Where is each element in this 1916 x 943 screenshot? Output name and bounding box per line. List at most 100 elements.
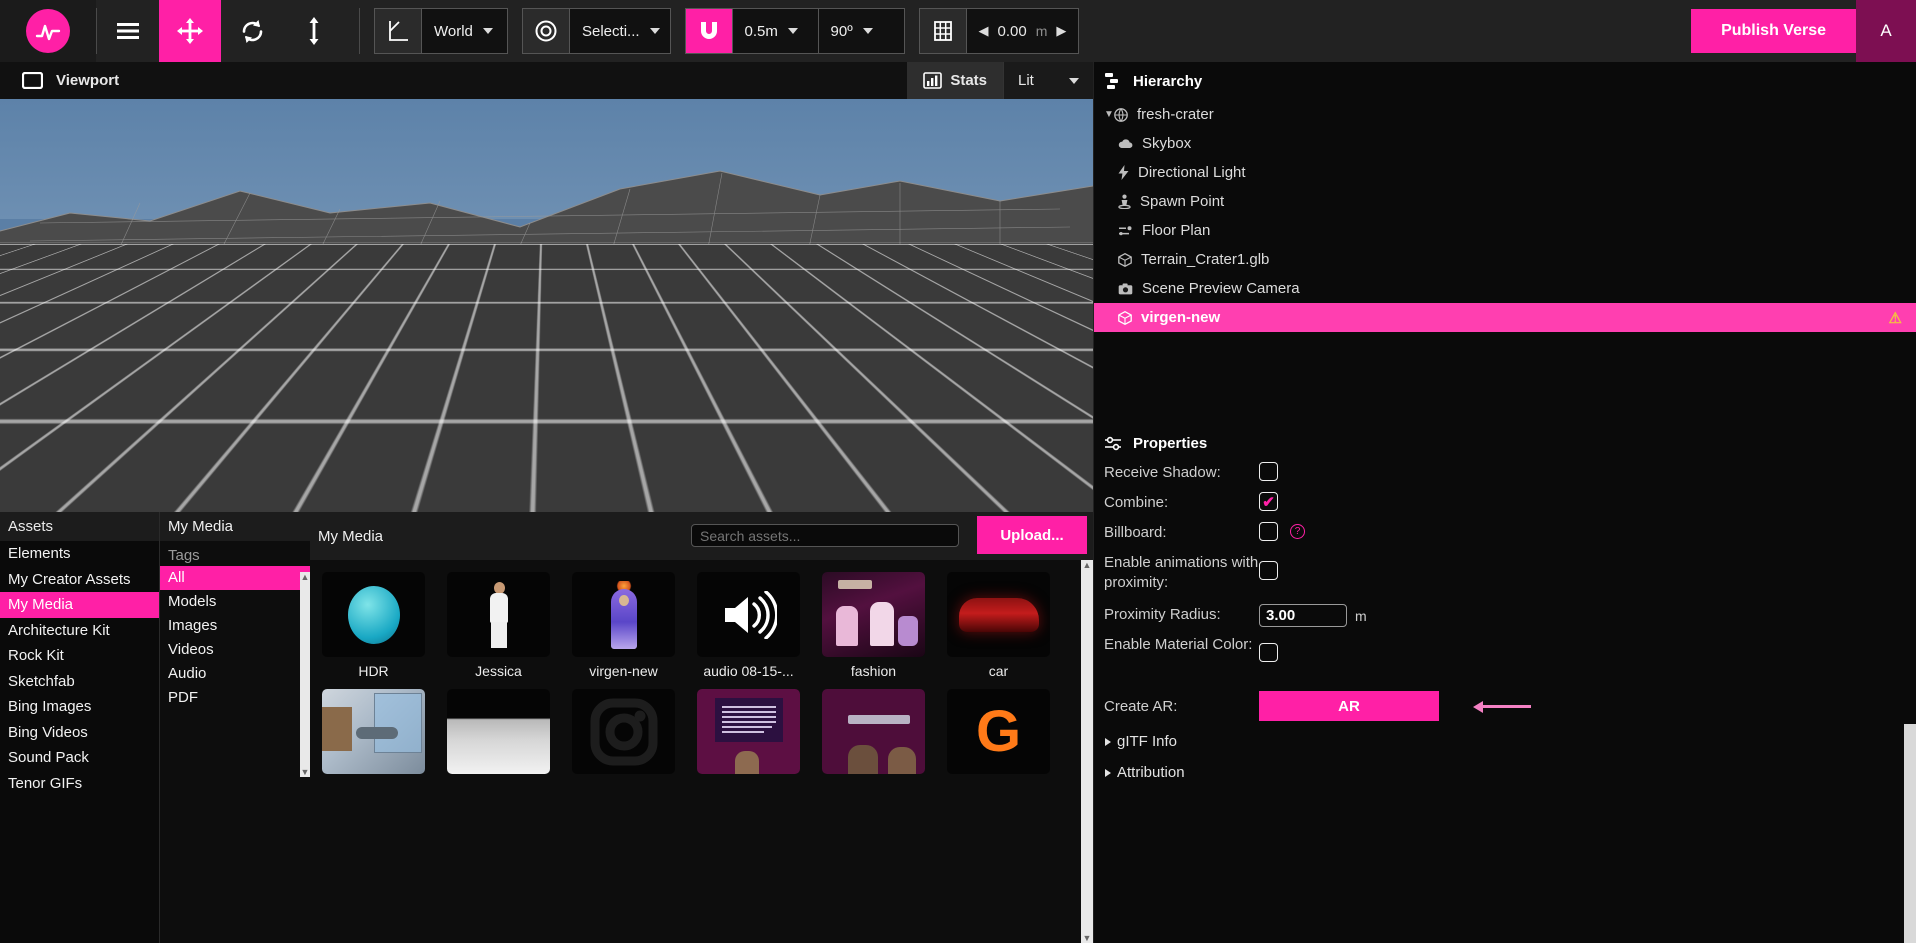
hierarchy-item-terrain-crater1-glb[interactable]: Terrain_Crater1.glb bbox=[1094, 245, 1916, 274]
viewport-canvas[interactable]: [LMB] Orbit / Select | [MMB] Pan | [RMB]… bbox=[0, 99, 1093, 512]
tag-all[interactable]: All bbox=[160, 566, 310, 590]
asset-category-bing-images[interactable]: Bing Images bbox=[0, 694, 159, 720]
tag-models[interactable]: Models bbox=[160, 590, 310, 614]
enable-animations-checkbox[interactable] bbox=[1259, 561, 1278, 580]
stats-chart-icon bbox=[923, 72, 943, 89]
avatar[interactable]: A bbox=[1856, 0, 1916, 62]
asset-item-hdr[interactable]: HDR bbox=[322, 572, 425, 679]
hierarchy-item-floor-plan[interactable]: Floor Plan bbox=[1094, 216, 1916, 245]
asset-category-architecture-kit[interactable]: Architecture Kit bbox=[0, 618, 159, 644]
chevron-down-icon[interactable]: ▼ bbox=[1104, 109, 1114, 120]
grid-decrement-icon[interactable]: ◀ bbox=[979, 23, 989, 39]
snap-angle-select[interactable]: 90º bbox=[817, 9, 904, 53]
asset-item-purple-text[interactable] bbox=[697, 689, 800, 780]
scroll-up-icon[interactable]: ▲ bbox=[300, 572, 310, 582]
property-proximity-radius: Proximity Radius: m bbox=[1094, 602, 1916, 632]
viewport-icon bbox=[22, 72, 43, 89]
asset-category-my-creator-assets[interactable]: My Creator Assets bbox=[0, 567, 159, 593]
speaker-icon bbox=[697, 572, 800, 657]
tag-pdf[interactable]: PDF bbox=[160, 686, 310, 710]
asset-item-audio[interactable]: audio 08-15-... bbox=[697, 572, 800, 679]
asset-category-elements[interactable]: Elements bbox=[0, 541, 159, 567]
shading-mode-select[interactable]: Lit bbox=[1003, 62, 1093, 99]
pivot-target-icon[interactable] bbox=[523, 9, 569, 53]
move-tool-icon[interactable] bbox=[159, 0, 221, 62]
asset-category-bing-videos[interactable]: Bing Videos bbox=[0, 720, 159, 746]
properties-scrollbar[interactable] bbox=[1904, 724, 1916, 943]
asset-item-purple-portrait[interactable] bbox=[822, 689, 925, 780]
tag-images[interactable]: Images bbox=[160, 614, 310, 638]
axis-gizmo-icon[interactable] bbox=[375, 9, 421, 53]
hierarchy-item-scene-preview-camera[interactable]: Scene Preview Camera bbox=[1094, 274, 1916, 303]
asset-item-jessica[interactable]: Jessica bbox=[447, 572, 550, 679]
hierarchy-item-fresh-crater[interactable]: ▼ fresh-crater bbox=[1094, 100, 1916, 129]
asset-category-sound-pack[interactable]: Sound Pack bbox=[0, 745, 159, 771]
rotate-tool-icon[interactable] bbox=[221, 0, 283, 62]
enable-material-color-checkbox[interactable] bbox=[1259, 643, 1278, 662]
right-panel: Hierarchy ▼ fresh-crater Skybox Directio… bbox=[1093, 62, 1916, 943]
asset-item-car[interactable]: car bbox=[947, 572, 1050, 679]
asset-category-tenor-gifs[interactable]: Tenor GIFs bbox=[0, 771, 159, 797]
tag-videos[interactable]: Videos bbox=[160, 638, 310, 662]
attribution-label: Attribution bbox=[1117, 764, 1185, 781]
tags-scrollbar[interactable]: ▲ ▼ bbox=[300, 572, 310, 777]
asset-item-instagram[interactable] bbox=[572, 689, 675, 780]
pulse-logo-icon bbox=[26, 9, 70, 53]
asset-item-gray[interactable] bbox=[447, 689, 550, 780]
asset-item-fashion[interactable]: fashion bbox=[822, 572, 925, 679]
asset-category-my-media[interactable]: My Media bbox=[0, 592, 159, 618]
asset-label: fashion bbox=[850, 663, 897, 679]
asset-item-room[interactable] bbox=[322, 689, 425, 780]
scroll-down-icon[interactable]: ▼ bbox=[1081, 933, 1093, 943]
asset-item-virgen-new[interactable]: virgen-new bbox=[572, 572, 675, 679]
grid-icon[interactable] bbox=[919, 9, 966, 53]
asset-category-sketchfab[interactable]: Sketchfab bbox=[0, 669, 159, 695]
gizmo-center-handle[interactable] bbox=[429, 484, 449, 498]
tags-section-label: Tags bbox=[168, 547, 200, 564]
hierarchy-item-skybox[interactable]: Skybox bbox=[1094, 129, 1916, 158]
magnet-snap-icon[interactable] bbox=[685, 9, 732, 53]
billboard-checkbox[interactable] bbox=[1259, 522, 1278, 541]
grid-height-unit: m bbox=[1035, 23, 1048, 39]
hierarchy-item-spawn-point[interactable]: Spawn Point bbox=[1094, 187, 1916, 216]
help-icon[interactable]: ? bbox=[1290, 524, 1305, 539]
proximity-radius-input[interactable] bbox=[1259, 604, 1347, 627]
grid-height-stepper[interactable]: ◀ 0.00 m ▶ bbox=[965, 9, 1079, 53]
publish-verse-button[interactable]: Publish Verse bbox=[1691, 9, 1856, 53]
asset-category-rock-kit[interactable]: Rock Kit bbox=[0, 643, 159, 669]
attribution-disclosure[interactable]: Attribution bbox=[1094, 757, 1916, 788]
selected-model[interactable] bbox=[377, 342, 505, 512]
hierarchy-item-virgen-new[interactable]: virgen-new ⚠ bbox=[1094, 303, 1916, 332]
snap-distance-value: 0.5m bbox=[744, 22, 778, 40]
asset-item-orange-g[interactable]: G bbox=[947, 689, 1050, 780]
warning-icon[interactable]: ⚠ bbox=[1889, 309, 1902, 327]
search-input[interactable] bbox=[691, 524, 959, 547]
combine-checkbox[interactable]: ✔ bbox=[1259, 492, 1278, 511]
instagram-icon bbox=[572, 689, 675, 774]
snap-distance-select[interactable]: 0.5m bbox=[731, 9, 818, 53]
tag-audio[interactable]: Audio bbox=[160, 662, 310, 686]
pivot-mode-select[interactable]: Selecti... bbox=[569, 9, 670, 53]
fashion-stage-thumbnail bbox=[822, 572, 925, 657]
gltf-info-disclosure[interactable]: gITF Info bbox=[1094, 726, 1916, 757]
properties-header: Properties bbox=[1094, 425, 1916, 460]
property-label: Enable Material Color: bbox=[1104, 636, 1253, 653]
property-combine: Combine: ✔ bbox=[1094, 490, 1916, 520]
scroll-up-icon[interactable]: ▲ bbox=[1081, 560, 1093, 570]
app-logo[interactable] bbox=[0, 0, 96, 62]
scale-tool-icon[interactable] bbox=[283, 0, 345, 62]
transform-space-value: World bbox=[434, 22, 473, 40]
assets-grid-scrollbar[interactable]: ▲ ▼ bbox=[1081, 560, 1093, 943]
upload-button[interactable]: Upload... bbox=[977, 516, 1087, 554]
gizmo-axis-y[interactable] bbox=[437, 407, 441, 489]
grid-increment-icon[interactable]: ▶ bbox=[1056, 23, 1066, 39]
hamburger-menu-icon[interactable] bbox=[97, 0, 159, 62]
create-ar-button[interactable]: AR bbox=[1259, 691, 1439, 721]
receive-shadow-checkbox[interactable] bbox=[1259, 462, 1278, 481]
transform-space-select[interactable]: World bbox=[421, 9, 507, 53]
tags-scrollbar-thumb[interactable] bbox=[300, 582, 310, 592]
scroll-down-icon[interactable]: ▼ bbox=[300, 767, 310, 777]
stats-button[interactable]: Stats bbox=[907, 62, 1003, 99]
hierarchy-item-directional-light[interactable]: Directional Light bbox=[1094, 158, 1916, 187]
